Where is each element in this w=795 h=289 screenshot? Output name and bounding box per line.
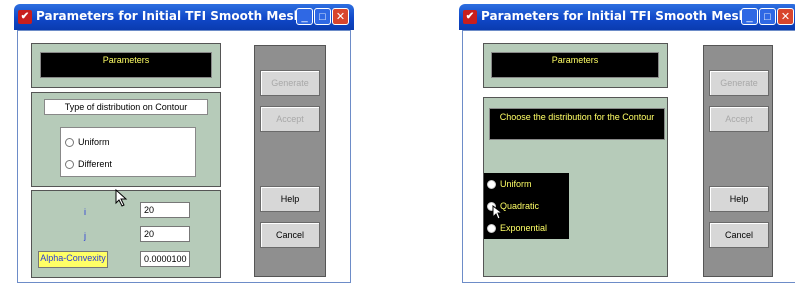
i-label: i (84, 207, 86, 217)
minimize-button[interactable]: _ (296, 8, 313, 25)
radio-button-icon[interactable] (65, 160, 74, 170)
left-window: ✔ Parameters for Initial TFI Smooth Mesh… (14, 4, 354, 286)
mouse-cursor-icon (115, 189, 128, 207)
distribution-panel: Type of distribution on Contour Uniform … (31, 92, 221, 187)
maximize-button[interactable]: □ (314, 8, 331, 25)
close-button[interactable]: ✕ (777, 8, 794, 25)
radio-group: Uniform Quadratic Exponential (484, 173, 569, 239)
distribution-label: Type of distribution on Contour (44, 99, 208, 115)
window-title: Parameters for Initial TFI Smooth Mesh (481, 9, 748, 23)
choose-distribution-label: Choose the distribution for the Contour (489, 108, 665, 140)
radio-quadratic-label: Quadratic (500, 201, 540, 211)
right-window: ✔ Parameters for Initial TFI Smooth Mesh… (459, 4, 795, 286)
cancel-button[interactable]: Cancel (260, 222, 320, 248)
parameters-label: Parameters (491, 52, 659, 78)
radio-button-icon[interactable] (487, 224, 496, 234)
radio-different-label: Different (78, 159, 112, 169)
right-client-area: Parameters Choose the distribution for t… (462, 30, 795, 283)
accept-button[interactable]: Accept (260, 106, 320, 132)
help-button[interactable]: Help (709, 186, 769, 212)
button-panel: Generate Accept Help Cancel (703, 45, 773, 277)
close-button[interactable]: ✕ (332, 8, 349, 25)
j-input[interactable]: 20 (140, 226, 190, 242)
radio-group: Uniform Different (60, 127, 196, 177)
radio-exponential-label: Exponential (500, 223, 548, 233)
radio-different[interactable]: Different (65, 159, 112, 170)
alpha-convexity-input[interactable]: 0.0000100 (140, 251, 190, 267)
generate-button[interactable]: Generate (260, 70, 320, 96)
generate-button[interactable]: Generate (709, 70, 769, 96)
radio-uniform[interactable]: Uniform (487, 179, 532, 190)
matlab-icon: ✔ (18, 10, 32, 24)
accept-button[interactable]: Accept (709, 106, 769, 132)
radio-uniform-label: Uniform (500, 179, 532, 189)
i-input[interactable]: 20 (140, 202, 190, 218)
radio-button-icon[interactable] (487, 180, 496, 190)
button-panel: Generate Accept Help Cancel (254, 45, 326, 277)
matlab-icon: ✔ (463, 10, 477, 24)
maximize-button[interactable]: □ (759, 8, 776, 25)
minimize-button[interactable]: _ (741, 8, 758, 25)
parameters-label: Parameters (40, 52, 212, 78)
left-client-area: Parameters Type of distribution on Conto… (17, 30, 351, 283)
j-label: j (84, 231, 86, 241)
alpha-convexity-label: Alpha-Convexity (38, 251, 108, 268)
right-titlebar[interactable]: ✔ Parameters for Initial TFI Smooth Mesh… (459, 4, 795, 30)
fields-panel: i 20 j 20 Alpha-Convexity 0.0000100 (31, 189, 221, 278)
radio-button-icon[interactable] (65, 138, 74, 148)
mouse-cursor-icon (492, 205, 504, 220)
left-titlebar[interactable]: ✔ Parameters for Initial TFI Smooth Mesh… (14, 4, 354, 30)
help-button[interactable]: Help (260, 186, 320, 212)
radio-uniform[interactable]: Uniform (65, 137, 110, 148)
parameters-panel: Parameters (483, 43, 668, 88)
radio-exponential[interactable]: Exponential (487, 223, 548, 234)
distribution-panel: Choose the distribution for the Contour … (483, 97, 668, 277)
window-title: Parameters for Initial TFI Smooth Mesh (36, 9, 303, 23)
radio-uniform-label: Uniform (78, 137, 110, 147)
cancel-button[interactable]: Cancel (709, 222, 769, 248)
parameters-panel: Parameters (31, 43, 221, 88)
